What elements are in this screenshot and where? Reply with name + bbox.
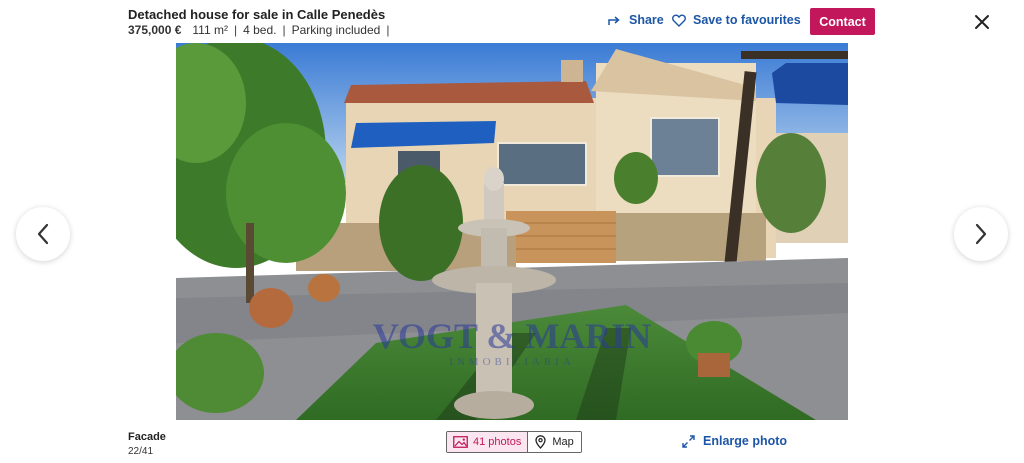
- close-icon[interactable]: [972, 12, 992, 32]
- feature-bedrooms: 4 bed.: [243, 23, 277, 37]
- separator: |: [386, 23, 390, 37]
- expand-icon: [682, 434, 695, 448]
- feature-parking: Parking included: [291, 23, 381, 37]
- chevron-left-icon: [37, 223, 49, 245]
- listing-price: 375,000 €: [128, 23, 182, 37]
- photo-footer: Facade 22/41 41 photos Map Enlarge photo: [0, 420, 1024, 463]
- photo-illustration: VOGT & MARIN INMOBILIARIA: [176, 43, 848, 420]
- feature-area: 111 m²: [192, 23, 228, 37]
- map-tab[interactable]: Map: [528, 432, 581, 452]
- chevron-right-icon: [975, 223, 987, 245]
- save-favourite-button[interactable]: Save to favourites: [672, 13, 801, 27]
- share-button[interactable]: Share: [608, 13, 664, 27]
- media-switcher: 41 photos Map: [446, 431, 582, 453]
- photo-viewer: VOGT & MARIN INMOBILIARIA: [0, 43, 1024, 420]
- photos-tab-label: 41 photos: [473, 436, 522, 448]
- photo-counter: 22/41: [128, 446, 154, 457]
- heart-icon: [672, 14, 686, 27]
- enlarge-photo-button[interactable]: Enlarge photo: [682, 434, 787, 448]
- svg-text:INMOBILIARIA: INMOBILIARIA: [449, 356, 575, 368]
- photo-caption: Facade: [128, 431, 166, 443]
- listing-header: Detached house for sale in Calle Penedès…: [0, 0, 1024, 43]
- property-photo[interactable]: VOGT & MARIN INMOBILIARIA: [176, 43, 848, 420]
- listing-summary: 375,000 € 111 m² | 4 bed. | Parking incl…: [128, 23, 395, 37]
- share-label: Share: [629, 13, 664, 27]
- svg-text:VOGT & MARIN: VOGT & MARIN: [373, 316, 652, 356]
- map-pin-icon: [535, 435, 546, 449]
- separator: |: [233, 23, 238, 37]
- image-icon: [453, 436, 468, 448]
- contact-button[interactable]: Contact: [810, 8, 875, 35]
- previous-photo-button[interactable]: [16, 207, 70, 261]
- enlarge-photo-label: Enlarge photo: [703, 434, 788, 448]
- listing-title: Detached house for sale in Calle Penedès: [128, 7, 386, 22]
- share-icon: [608, 16, 620, 25]
- separator: |: [282, 23, 286, 37]
- map-tab-label: Map: [552, 436, 574, 448]
- next-photo-button[interactable]: [954, 207, 1008, 261]
- photos-tab[interactable]: 41 photos: [447, 432, 529, 452]
- save-favourite-label: Save to favourites: [693, 13, 801, 27]
